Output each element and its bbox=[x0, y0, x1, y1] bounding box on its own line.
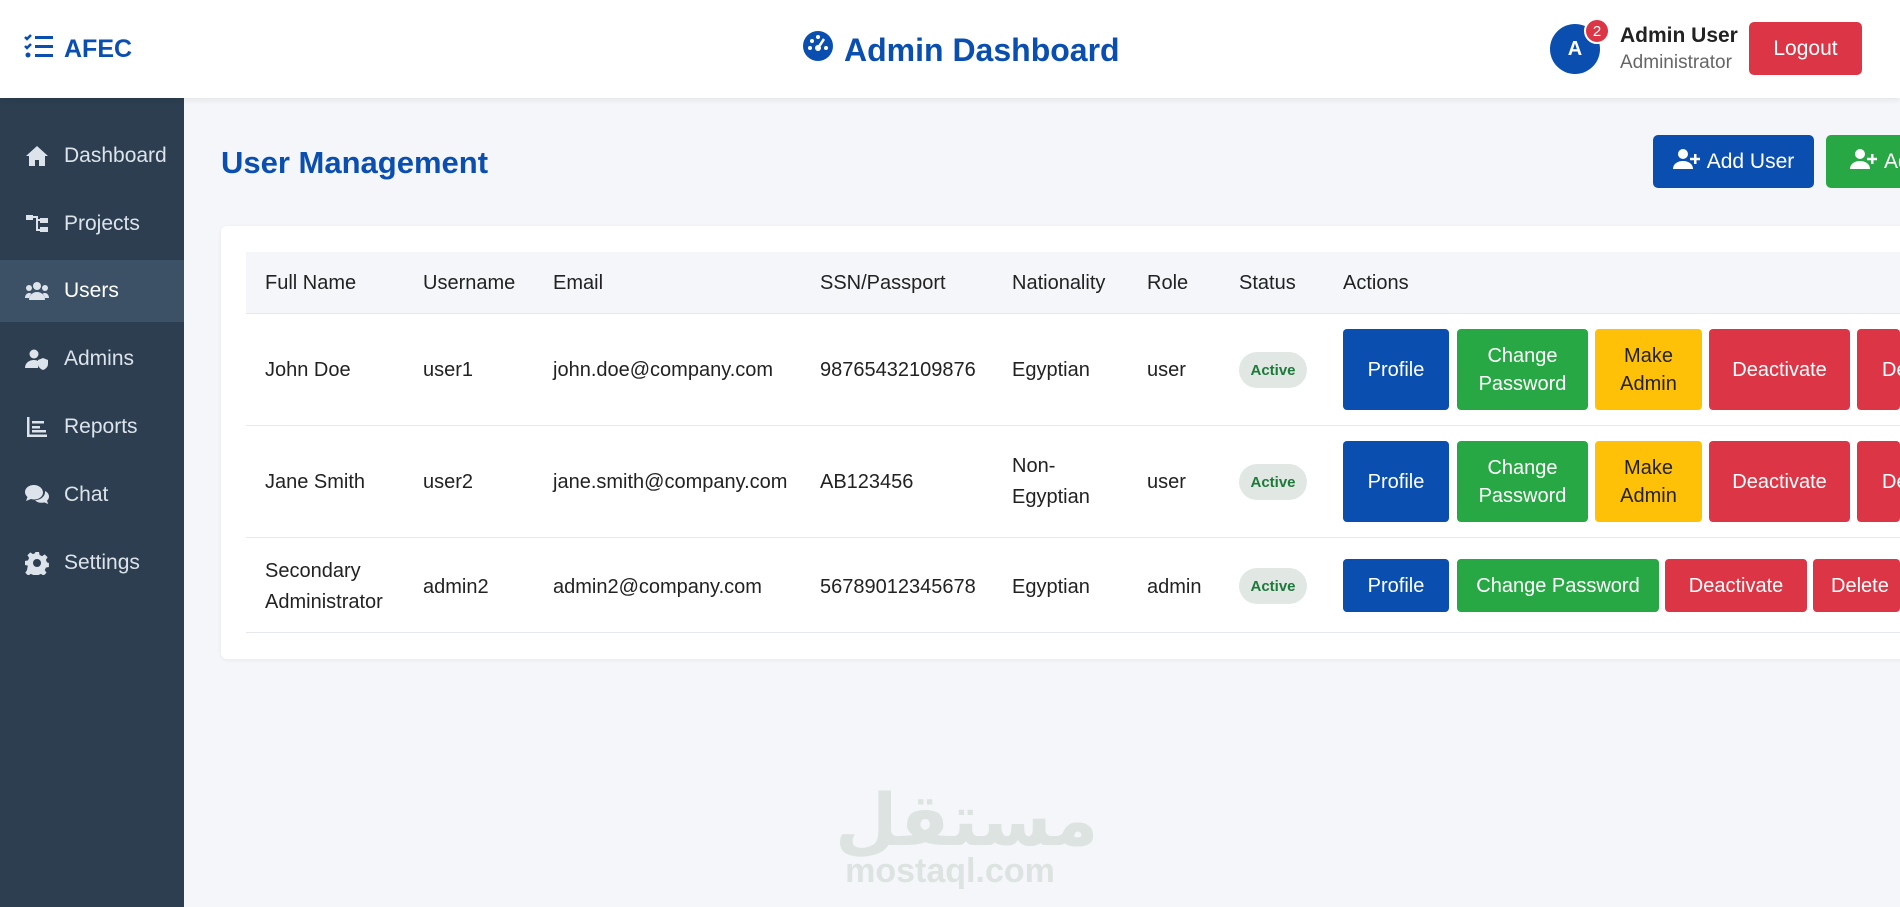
watermark-arabic: مستقل bbox=[835, 778, 1099, 862]
cell-role: user bbox=[1147, 471, 1186, 493]
deactivate-button[interactable]: Deactivate bbox=[1709, 441, 1850, 522]
home-icon bbox=[25, 144, 49, 168]
sidebar-item-users[interactable]: Users bbox=[0, 260, 184, 322]
users-icon bbox=[25, 279, 49, 303]
status-badge: Active bbox=[1239, 464, 1307, 500]
user-role: Administrator bbox=[1620, 52, 1732, 73]
delete-button[interactable]: Delete bbox=[1813, 559, 1900, 612]
cell-role: user bbox=[1147, 359, 1186, 381]
change-password-button[interactable]: Change Password bbox=[1457, 559, 1659, 612]
logout-button[interactable]: Logout bbox=[1749, 22, 1862, 75]
user-name: Admin User bbox=[1620, 24, 1738, 47]
gauge-icon bbox=[802, 30, 834, 70]
delete-button[interactable]: Delete bbox=[1857, 329, 1900, 410]
cell-username: user1 bbox=[423, 359, 474, 381]
cell-full-name: John Doe bbox=[265, 359, 351, 381]
add-user-button[interactable]: Add User bbox=[1653, 135, 1814, 188]
sidebar-item-projects[interactable]: Projects bbox=[0, 193, 184, 255]
user-plus-icon bbox=[1672, 147, 1701, 177]
sidebar-item-chat[interactable]: Chat bbox=[0, 464, 184, 526]
page-title: User Management bbox=[221, 145, 489, 180]
column-header[interactable]: SSN/Passport bbox=[820, 252, 946, 314]
avatar[interactable]: A 2 bbox=[1550, 18, 1610, 74]
change-password-button[interactable]: Change Password bbox=[1457, 329, 1588, 410]
sidebar-item-admins[interactable]: Admins bbox=[0, 328, 184, 390]
row-divider bbox=[246, 632, 1900, 633]
cell-ssn: AB123456 bbox=[820, 471, 914, 493]
gear-icon bbox=[25, 551, 49, 575]
cell-ssn: 56789012345678 bbox=[820, 576, 976, 598]
sidebar-item-settings[interactable]: Settings bbox=[0, 532, 184, 594]
user-plus-icon bbox=[1850, 147, 1878, 177]
sitemap-icon bbox=[25, 212, 49, 236]
profile-button[interactable]: Profile bbox=[1343, 441, 1449, 522]
row-divider bbox=[246, 425, 1900, 426]
comments-icon bbox=[25, 483, 49, 507]
deactivate-button[interactable]: Deactivate bbox=[1709, 329, 1850, 410]
cell-ssn: 98765432109876 bbox=[820, 359, 976, 381]
cell-email: jane.smith@company.com bbox=[553, 471, 788, 493]
add-admin-button[interactable]: Add Admin bbox=[1826, 135, 1900, 188]
column-header: Actions bbox=[1343, 271, 1409, 294]
dashboard-title: Admin Dashboard bbox=[844, 31, 1120, 68]
cell-nationality: Non-Egyptian bbox=[1012, 455, 1090, 508]
deactivate-button[interactable]: Deactivate bbox=[1665, 559, 1807, 612]
make-admin-button[interactable]: Make Admin bbox=[1595, 441, 1702, 522]
brand-name: AFEC bbox=[64, 35, 133, 63]
delete-button[interactable]: Delete bbox=[1857, 441, 1900, 522]
change-password-button[interactable]: Change Password bbox=[1457, 441, 1588, 522]
cell-full-name: Jane Smith bbox=[265, 471, 366, 493]
column-header[interactable]: Email bbox=[553, 252, 603, 314]
column-header[interactable]: Status bbox=[1239, 252, 1296, 314]
brand[interactable]: AFEC bbox=[24, 33, 132, 66]
cell-role: admin bbox=[1147, 576, 1202, 598]
profile-button[interactable]: Profile bbox=[1343, 559, 1449, 612]
column-header[interactable]: Full Name bbox=[265, 252, 356, 314]
top-header: AFEC Admin Dashboard A 2 Admin User Admi… bbox=[0, 0, 1900, 98]
column-header[interactable]: Role bbox=[1147, 252, 1188, 314]
watermark-latin: mostaql.com bbox=[845, 852, 1055, 890]
cell-full-name: Secondary Administrator bbox=[265, 560, 383, 613]
column-header[interactable]: Username bbox=[423, 252, 515, 314]
cell-nationality: Egyptian bbox=[1012, 576, 1090, 598]
table-header: Full Name Username Email SSN/Passport Na… bbox=[246, 252, 1900, 314]
row-divider bbox=[246, 537, 1900, 538]
chart-icon bbox=[25, 415, 49, 439]
profile-button[interactable]: Profile bbox=[1343, 329, 1449, 410]
column-header[interactable]: Nationality bbox=[1012, 252, 1105, 314]
sidebar-item-reports[interactable]: Reports bbox=[0, 396, 184, 458]
sidebar: Dashboard Projects Users Admins Reports … bbox=[0, 98, 184, 907]
status-badge: Active bbox=[1239, 568, 1307, 604]
cell-username: admin2 bbox=[423, 576, 489, 598]
cell-nationality: Egyptian bbox=[1012, 359, 1090, 381]
watermark: مستقل mostaql.com bbox=[835, 778, 1099, 890]
make-admin-button[interactable]: Make Admin bbox=[1595, 329, 1702, 410]
cell-email: admin2@company.com bbox=[553, 576, 762, 598]
user-shield-icon bbox=[25, 347, 49, 371]
page-header-title: Admin Dashboard bbox=[802, 30, 1120, 70]
sidebar-item-dashboard[interactable]: Dashboard bbox=[0, 125, 184, 187]
list-check-icon bbox=[24, 33, 54, 66]
user-info: Admin User Administrator bbox=[1620, 24, 1738, 74]
notification-badge[interactable]: 2 bbox=[1584, 18, 1610, 44]
status-badge: Active bbox=[1239, 352, 1307, 388]
cell-email: john.doe@company.com bbox=[553, 359, 774, 381]
user-menu[interactable]: A 2 Admin User Administrator bbox=[1550, 18, 1738, 74]
cell-username: user2 bbox=[423, 471, 474, 493]
